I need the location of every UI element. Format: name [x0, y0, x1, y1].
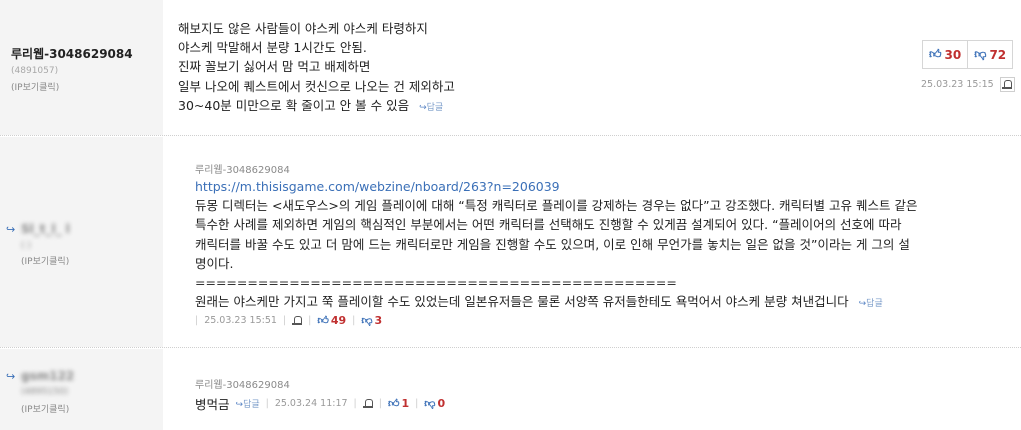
divider: | [282, 315, 287, 326]
reply-arrow-icon: ↪ [235, 400, 244, 410]
link-url[interactable]: https://m.thisisgame.com/webzine/nboard/… [195, 177, 917, 196]
comment-meta: 25.03.23 15:15 [921, 77, 1015, 92]
thumbs-up-icon: 👍︎ [317, 314, 329, 327]
upvote-button[interactable]: 👍︎ 1 [388, 397, 409, 410]
report-bell-icon[interactable] [292, 315, 303, 326]
comment-meta: 병먹금 ↪답글 | 25.03.24 11:17 | | 👍︎ 1 | 👎︎ 0 [195, 394, 445, 413]
reply-button[interactable]: ↪답글 [236, 397, 260, 410]
comment-text: 병먹금 [195, 397, 230, 412]
downvote-button[interactable]: 👎︎ 72 [967, 41, 1012, 68]
report-button[interactable] [999, 77, 1015, 92]
reply-label: 답글 [866, 299, 883, 310]
quoted-author[interactable]: 루리웹-3048629084 [195, 376, 290, 391]
author-nickname[interactable]: gsm122 [21, 369, 74, 383]
ip-view-link[interactable]: (IP보기클릭) [21, 254, 69, 267]
comment-line: 야스케 막말해서 분량 1시간도 안됨. [178, 40, 367, 56]
reply-label: 답글 [243, 400, 260, 410]
comment-line: 원래는 야스케만 가지고 쭉 플레이할 수도 있었는데 일본유저들은 물론 서양… [195, 292, 917, 314]
upvote-button[interactable]: 👍︎ 49 [317, 314, 346, 327]
reply-button[interactable]: ↪답글 [859, 299, 883, 309]
comment-item: 루리웹-3048629084 (4891057) (IP보기클릭) 해보지도 않… [0, 0, 1021, 136]
comment-date: 25.03.23 15:15 [921, 79, 994, 90]
upvote-count: 1 [401, 397, 410, 410]
thumbs-down-icon: 👎︎ [974, 47, 987, 61]
comment-line: 일부 나오에 퀘스트에서 컷신으로 나오는 건 제외하고 [178, 78, 455, 94]
divider: | [378, 398, 382, 409]
author-id: ( ) [21, 241, 31, 251]
quoted-author[interactable]: 루리웹-3048629084 [195, 161, 290, 176]
downvote-button[interactable]: 👎︎ 3 [361, 314, 382, 327]
comment-date: 25.03.24 11:17 [274, 398, 348, 409]
upvote-count: 49 [330, 314, 347, 327]
comment-line: 명이다. [195, 255, 234, 271]
comment-line: 듀몽 디렉터는 <새도우스>의 게임 플레이에 대해 “특정 캐릭터로 플레이를… [195, 198, 918, 214]
comment-line: 해보지도 않은 사람들이 야스케 야스케 타령하지 [178, 21, 428, 36]
report-bell-icon[interactable] [362, 398, 373, 409]
divider: | [265, 398, 269, 409]
thumbs-up-icon: 👍︎ [929, 47, 942, 61]
comment-item: ↪ Sl_t_l_ l ( ) (IP보기클릭) 루리웹-3048629084 … [0, 137, 1021, 348]
comment-body: 해보지도 않은 사람들이 야스케 야스케 타령하지 야스케 막말해서 분량 1시… [178, 19, 455, 118]
separator-line: ========================================… [195, 275, 677, 291]
comment-body: https://m.thisisgame.com/webzine/nboard/… [195, 177, 917, 314]
upvote-count: 30 [944, 47, 962, 62]
downvote-count: 72 [989, 47, 1007, 62]
reply-indent-icon: ↪ [6, 223, 16, 236]
author-nickname[interactable]: 루리웹-3048629084 [11, 45, 133, 62]
ip-view-link[interactable]: (IP보기클릭) [11, 80, 59, 93]
divider: | [195, 315, 199, 326]
divider: | [353, 398, 357, 409]
divider: | [415, 398, 419, 409]
comment-author-box: 루리웹-3048629084 (4891057) (IP보기클릭) [0, 0, 163, 135]
comment-line: 특수한 사례를 제외하면 게임의 핵심적인 부분에서는 어떤 캐릭터를 선택해도… [195, 217, 902, 233]
downvote-button[interactable]: 👎︎ 0 [424, 397, 445, 410]
thumbs-down-icon: 👎︎ [361, 314, 373, 327]
thumbs-up-icon: 👍︎ [387, 397, 400, 410]
comment-line: 30~40분 미만으로 확 줄이고 안 볼 수 있음 ↪답글 [178, 96, 455, 118]
comment-author-box: ↪ Sl_t_l_ l ( ) (IP보기클릭) [0, 137, 163, 347]
upvote-button[interactable]: 👍︎ 30 [923, 41, 967, 68]
comment-line-text: 30~40분 미만으로 확 줄이고 안 볼 수 있음 [178, 97, 410, 113]
ip-view-link[interactable]: (IP보기클릭) [21, 402, 69, 415]
comment-date: 25.03.23 15:51 [204, 315, 277, 326]
reply-arrow-icon: ↪ [419, 102, 427, 113]
comment-line: 캐릭터를 바꿀 수도 있고 더 맘에 드는 캐릭터로만 게임을 진행할 수도 있… [195, 236, 910, 252]
author-id: (4895150) [21, 387, 69, 397]
author-id: (4891057) [11, 66, 59, 76]
thumbs-down-icon: 👎︎ [424, 397, 436, 410]
reply-indent-icon: ↪ [6, 370, 16, 383]
reply-button[interactable]: ↪답글 [419, 103, 443, 113]
downvote-count: 0 [437, 397, 446, 410]
comment-author-box: ↪ gsm122 (4895150) (IP보기클릭) [0, 349, 163, 430]
divider: | [308, 315, 312, 326]
comment-meta: | 25.03.23 15:51 | | 👍︎ 49 | 👎︎ 3 [195, 314, 382, 327]
author-nickname[interactable]: Sl_t_l_ l [21, 222, 70, 236]
comment-line: 진짜 꼴보기 싫어서 맘 먹고 배제하면 [178, 59, 371, 75]
vote-box: 👍︎ 30 👎︎ 72 [922, 40, 1014, 69]
comment-line-text: 원래는 야스케만 가지고 쭉 플레이할 수도 있었는데 일본유저들은 물론 서양… [195, 294, 849, 310]
comment-item: ↪ gsm122 (4895150) (IP보기클릭) 루리웹-30486290… [0, 349, 1021, 430]
downvote-count: 3 [374, 314, 383, 327]
reply-label: 답글 [426, 102, 444, 113]
divider: | [352, 315, 356, 326]
report-bell-icon [1002, 79, 1013, 90]
